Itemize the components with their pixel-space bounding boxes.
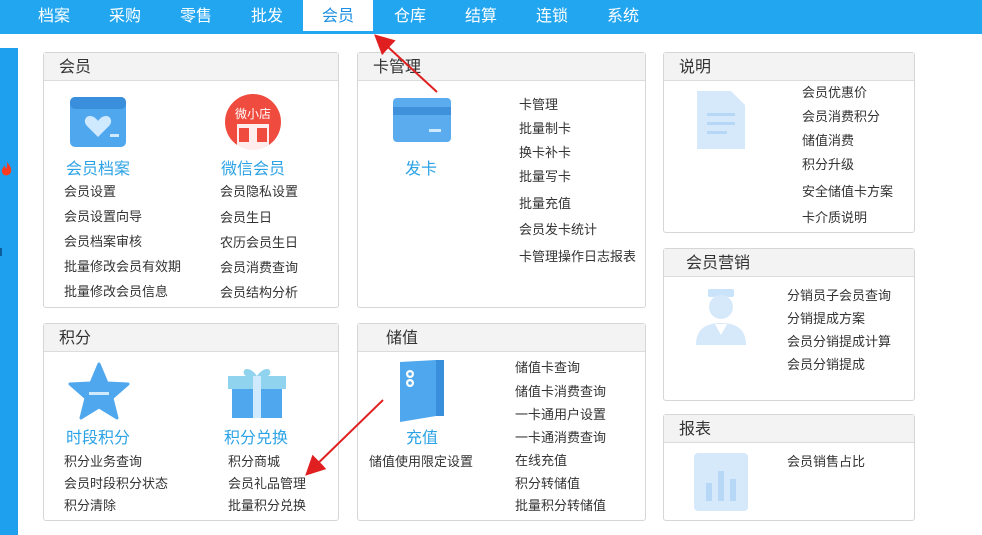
member-panel-title: 会员 — [44, 53, 338, 81]
left-sidebar[interactable] — [0, 48, 18, 535]
member-link[interactable]: 会员档案审核 — [64, 231, 142, 250]
member-card-icon[interactable] — [70, 97, 126, 147]
member-link[interactable]: 会员设置 — [64, 181, 116, 200]
card-link[interactable]: 换卡补卡 — [519, 142, 571, 161]
nav-item-system[interactable]: 系统 — [588, 0, 658, 31]
stored-link[interactable]: 批量积分转储值 — [515, 495, 606, 514]
credit-card-icon[interactable] — [393, 98, 451, 142]
period-points-link[interactable]: 时段积分 — [66, 424, 130, 448]
points-link[interactable]: 积分清除 — [64, 495, 116, 514]
nav-item-chain[interactable]: 连锁 — [517, 0, 587, 31]
marketing-link[interactable]: 分销员子会员查询 — [787, 285, 891, 304]
member-link[interactable]: 会员消费查询 — [220, 257, 298, 276]
marketing-link[interactable]: 会员分销提成 — [787, 354, 865, 373]
points-panel-title: 积分 — [44, 324, 338, 352]
marketing-link[interactable]: 分销提成方案 — [787, 308, 865, 327]
marketing-panel: 会员营销 分销员子会员查询 分销提成方案 会员分销提成计算 会员分销提成 — [663, 248, 915, 401]
card-panel: 卡管理 发卡 卡管理 批量制卡 换卡补卡 批量写卡 批量充值 会员发卡统计 卡管… — [357, 52, 646, 308]
nav-item-warehouse[interactable]: 仓库 — [375, 0, 445, 31]
stored-link[interactable]: 一卡通用户设置 — [515, 404, 606, 423]
card-link[interactable]: 批量充值 — [519, 193, 571, 212]
member-link[interactable]: 批量修改会员有效期 — [64, 256, 181, 275]
wechat-shop-icon[interactable] — [225, 94, 281, 150]
card-panel-title: 卡管理 — [358, 53, 645, 81]
member-link[interactable]: 会员隐私设置 — [220, 181, 298, 200]
notes-link[interactable]: 储值消费 — [802, 130, 854, 149]
person-icon — [696, 289, 746, 345]
notes-link[interactable]: 卡介质说明 — [802, 207, 867, 226]
gift-icon[interactable] — [228, 364, 286, 418]
member-archive-link[interactable]: 会员档案 — [66, 155, 130, 179]
nav-item-settlement[interactable]: 结算 — [446, 0, 516, 31]
points-link[interactable]: 会员礼品管理 — [228, 473, 306, 492]
flame-icon — [1, 161, 12, 176]
notes-panel-title: 说明 — [664, 53, 914, 81]
nav-item-archive[interactable]: 档案 — [19, 0, 89, 31]
points-link[interactable]: 会员时段积分状态 — [64, 473, 168, 492]
wechat-badge-text: 微小店 — [234, 107, 271, 121]
stored-link[interactable]: 一卡通消费查询 — [515, 427, 606, 446]
sidebar-marker — [0, 248, 2, 256]
points-link[interactable]: 积分业务查询 — [64, 451, 142, 470]
wechat-member-link[interactable]: 微信会员 — [221, 155, 285, 179]
nav-item-member[interactable]: 会员 — [303, 0, 373, 31]
stored-link[interactable]: 积分转储值 — [515, 473, 580, 492]
member-link[interactable]: 农历会员生日 — [220, 232, 298, 251]
notes-link[interactable]: 会员消费积分 — [802, 106, 880, 125]
notes-link[interactable]: 积分升级 — [802, 154, 854, 173]
issue-card-link[interactable]: 发卡 — [405, 155, 437, 179]
stored-link[interactable]: 储值卡查询 — [515, 357, 580, 376]
points-exchange-link[interactable]: 积分兑换 — [224, 424, 288, 448]
report-panel: 报表 会员销售占比 — [663, 414, 915, 521]
points-link[interactable]: 批量积分兑换 — [228, 495, 306, 514]
bar-chart-icon — [694, 453, 748, 511]
document-icon — [697, 91, 745, 149]
stored-link[interactable]: 在线充值 — [515, 450, 567, 469]
notes-panel: 说明 会员优惠价 会员消费积分 储值消费 积分升级 安全储值卡方案 卡介质说明 — [663, 52, 915, 233]
nav-item-retail[interactable]: 零售 — [161, 0, 231, 31]
door-icon[interactable] — [396, 360, 446, 422]
card-link[interactable]: 批量写卡 — [519, 166, 571, 185]
card-link[interactable]: 卡管理操作日志报表 — [519, 246, 636, 265]
card-link[interactable]: 会员发卡统计 — [519, 219, 597, 238]
stored-value-panel-title: 储值 — [358, 324, 645, 352]
member-link[interactable]: 会员结构分析 — [220, 282, 298, 301]
card-link[interactable]: 卡管理 — [519, 94, 558, 113]
points-link[interactable]: 积分商城 — [228, 451, 280, 470]
nav-item-purchase[interactable]: 采购 — [90, 0, 160, 31]
card-link[interactable]: 批量制卡 — [519, 118, 571, 137]
stored-value-panel: 储值 充值 储值使用限定设置 储值卡查询 储值卡消费查询 一卡通用户设置 一卡通… — [357, 323, 646, 521]
stored-link[interactable]: 储值卡消费查询 — [515, 381, 606, 400]
marketing-link[interactable]: 会员分销提成计算 — [787, 331, 891, 350]
recharge-link[interactable]: 充值 — [406, 424, 438, 448]
nav-item-wholesale[interactable]: 批发 — [232, 0, 302, 31]
stored-limit-link[interactable]: 储值使用限定设置 — [369, 451, 473, 470]
marketing-panel-title: 会员营销 — [664, 249, 914, 277]
notes-link[interactable]: 会员优惠价 — [802, 82, 867, 101]
report-panel-title: 报表 — [664, 415, 914, 443]
member-link[interactable]: 会员设置向导 — [64, 206, 142, 225]
member-link[interactable]: 会员生日 — [220, 207, 272, 226]
member-panel: 会员 会员档案 微小店 微信会员 会员设置 会员设置向导 会员档案审核 批量修改… — [43, 52, 339, 308]
notes-link[interactable]: 安全储值卡方案 — [802, 181, 893, 200]
points-panel: 积分 时段积分 积分兑换 积分业务查询 会员时段积分状态 积分清除 积分商城 会… — [43, 323, 339, 521]
top-nav: 档案 采购 零售 批发 会员 仓库 结算 连锁 系统 — [0, 0, 982, 34]
report-link[interactable]: 会员销售占比 — [787, 451, 865, 470]
star-icon[interactable] — [68, 362, 130, 420]
member-link[interactable]: 批量修改会员信息 — [64, 281, 168, 300]
